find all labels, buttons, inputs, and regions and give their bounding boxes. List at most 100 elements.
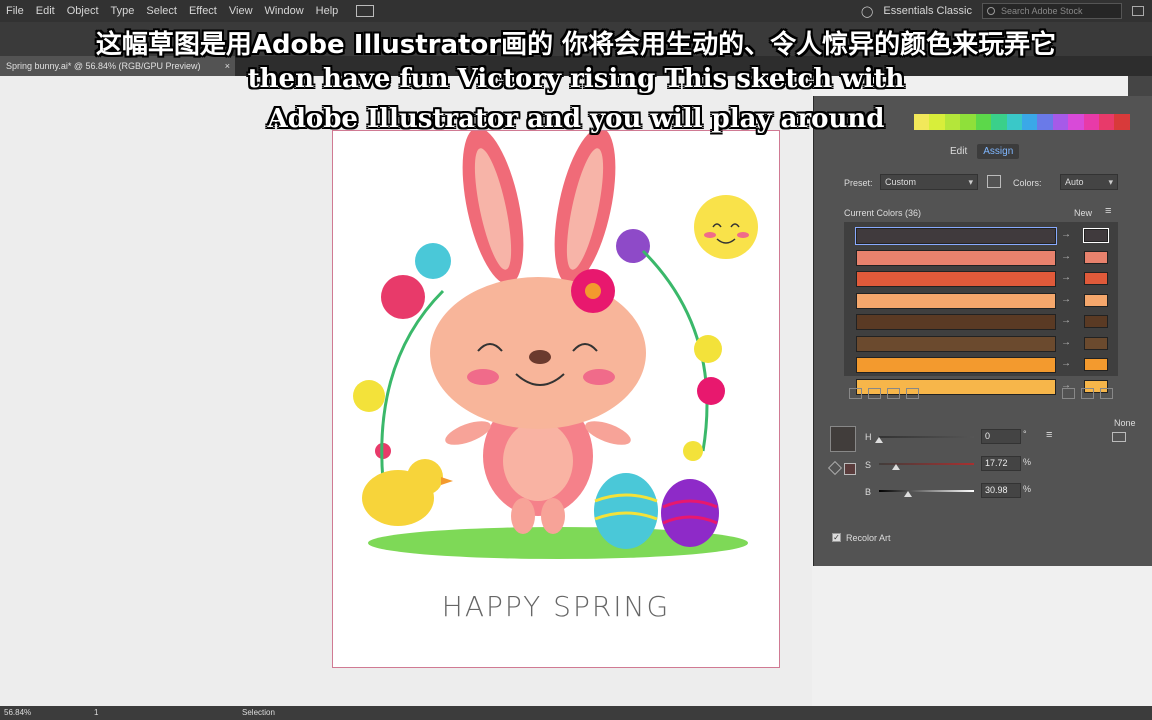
- lightbulb-icon[interactable]: ◯: [861, 5, 873, 18]
- menu-file[interactable]: File: [0, 0, 30, 22]
- current-color-bar[interactable]: [856, 292, 1056, 309]
- workspace-layout-icon[interactable]: [356, 5, 375, 17]
- current-color-bar[interactable]: [856, 271, 1056, 287]
- spring-bunny-artwork: [353, 127, 758, 559]
- color-row[interactable]: →: [856, 292, 1114, 309]
- new-colors-label: New: [1074, 208, 1093, 218]
- preset-label: Preset:: [844, 178, 873, 188]
- sun: [694, 195, 758, 259]
- recolor-tabs: Edit Assign: [944, 144, 1020, 159]
- menu-help[interactable]: Help: [310, 0, 345, 22]
- options-menu-icon[interactable]: ≡: [1046, 429, 1052, 441]
- egg-blue: [594, 473, 658, 549]
- menu-window[interactable]: Window: [259, 0, 310, 22]
- b-unit: %: [1023, 484, 1032, 494]
- tab-assign[interactable]: Assign: [977, 144, 1020, 159]
- happy-spring-caption: HAPPY SPRING: [441, 590, 671, 623]
- menu-view[interactable]: View: [223, 0, 259, 22]
- arrow-right-icon[interactable]: →: [1061, 294, 1071, 305]
- status-bar: 56.84% 1 Selection: [0, 706, 1152, 720]
- separate-colors-icon[interactable]: [868, 388, 881, 399]
- arrow-right-icon[interactable]: →: [1061, 358, 1071, 369]
- color-tools-right: [1062, 388, 1113, 402]
- s-label: S: [865, 460, 872, 470]
- color-row[interactable]: →: [856, 271, 1114, 287]
- randomize-saturation-icon[interactable]: [1081, 388, 1094, 399]
- recolor-artwork-panel: Edit Assign Preset: Custom Colors: Auto …: [813, 96, 1152, 566]
- color-row[interactable]: →: [856, 335, 1114, 352]
- menu-edit[interactable]: Edit: [30, 0, 61, 22]
- h-slider-thumb[interactable]: [875, 437, 883, 443]
- none-label: None: [1114, 418, 1136, 428]
- h-slider[interactable]: [879, 436, 974, 438]
- new-color-swatch[interactable]: [1084, 315, 1108, 328]
- workspace-switcher[interactable]: Essentials Classic: [883, 5, 972, 17]
- zoom-level[interactable]: 56.84%: [4, 706, 31, 720]
- artboard-number[interactable]: 1: [94, 706, 98, 720]
- menu-bar: File Edit Object Type Select Effect View…: [0, 0, 1152, 22]
- menu-select[interactable]: Select: [140, 0, 183, 22]
- new-row-icon[interactable]: [906, 388, 919, 399]
- b-slider-thumb[interactable]: [904, 491, 913, 497]
- app-window: { "menu": { "items": ["File","Edit","Obj…: [0, 0, 1152, 720]
- colors-label: Colors:: [1013, 178, 1042, 188]
- menu-type[interactable]: Type: [105, 0, 141, 22]
- stock-search-input[interactable]: Search Adobe Stock: [982, 3, 1122, 19]
- active-color-swatch[interactable]: [830, 426, 856, 452]
- b-slider[interactable]: [879, 490, 974, 492]
- subtitle-english-2: Adobe Illustrator and you will play arou…: [267, 104, 885, 134]
- current-color-bar[interactable]: [855, 227, 1057, 245]
- menu-icon[interactable]: ≡: [1105, 205, 1111, 217]
- menu-object[interactable]: Object: [61, 0, 105, 22]
- new-color-swatch[interactable]: [1084, 358, 1108, 371]
- arrow-right-icon[interactable]: →: [1061, 272, 1071, 283]
- h-value-field[interactable]: 0: [981, 429, 1021, 444]
- s-unit: %: [1023, 457, 1032, 467]
- arrow-right-icon[interactable]: →: [1061, 251, 1071, 262]
- new-color-swatch[interactable]: [1084, 293, 1108, 307]
- current-color-bar[interactable]: [856, 249, 1056, 266]
- window-controls-icon[interactable]: [1132, 6, 1144, 16]
- merge-colors-icon[interactable]: [849, 388, 862, 399]
- colors-dropdown[interactable]: Auto: [1060, 174, 1118, 190]
- new-color-swatch[interactable]: [1084, 336, 1108, 350]
- exclude-colors-icon[interactable]: [887, 388, 900, 399]
- randomize-order-icon[interactable]: [1062, 388, 1075, 399]
- new-color-swatch[interactable]: [1084, 250, 1108, 264]
- b-label: B: [865, 487, 872, 497]
- color-tools-left: [849, 388, 919, 402]
- b-value-field[interactable]: 30.98: [981, 483, 1021, 498]
- save-preset-icon[interactable]: [987, 175, 1001, 188]
- current-tool: Selection: [242, 708, 275, 717]
- arrow-right-icon[interactable]: →: [1061, 229, 1071, 240]
- color-group-list[interactable]: → → → → → → → →: [844, 222, 1118, 395]
- current-color-bar[interactable]: [856, 314, 1056, 330]
- current-color-bar[interactable]: [856, 357, 1056, 373]
- color-mode-icon[interactable]: [1112, 432, 1126, 442]
- arrow-right-icon[interactable]: →: [1061, 315, 1071, 326]
- h-unit: °: [1023, 429, 1027, 439]
- current-color-bar[interactable]: [856, 335, 1056, 352]
- current-colors-label: Current Colors (36): [844, 208, 922, 218]
- flower-pink: [381, 275, 425, 319]
- menu-effect[interactable]: Effect: [183, 0, 223, 22]
- new-color-swatch[interactable]: [1084, 272, 1108, 285]
- egg-purple: [661, 479, 719, 547]
- subtitle-english-1: then have fun Victory rising This sketch…: [247, 64, 905, 94]
- color-row[interactable]: →: [856, 249, 1114, 266]
- original-color-swatch[interactable]: [844, 463, 856, 475]
- new-color-swatch[interactable]: [1083, 228, 1109, 243]
- s-value-field[interactable]: 17.72: [981, 456, 1021, 471]
- artboard[interactable]: [332, 127, 780, 668]
- s-slider-thumb[interactable]: [891, 464, 900, 470]
- color-row[interactable]: →: [855, 227, 1114, 245]
- gamut-cube-icon: [827, 460, 843, 476]
- color-row[interactable]: →: [856, 314, 1114, 330]
- recolor-art-label: Recolor Art: [846, 533, 891, 543]
- tab-edit[interactable]: Edit: [944, 144, 973, 159]
- preset-dropdown[interactable]: Custom: [880, 174, 978, 190]
- find-color-icon[interactable]: [1100, 388, 1113, 399]
- color-row[interactable]: →: [856, 357, 1114, 373]
- arrow-right-icon[interactable]: →: [1061, 337, 1071, 348]
- recolor-art-checkbox[interactable]: ✓: [832, 533, 841, 542]
